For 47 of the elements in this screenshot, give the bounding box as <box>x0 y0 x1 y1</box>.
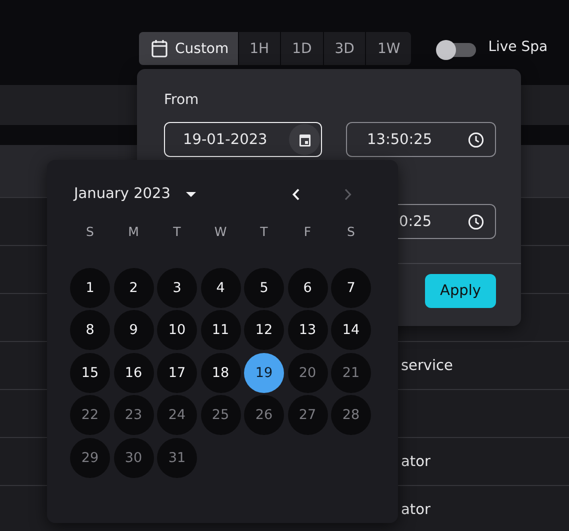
calendar-day[interactable]: 2 <box>114 268 154 308</box>
range-tab[interactable]: Custom <box>139 32 238 65</box>
weekday-label: F <box>302 224 312 241</box>
calendar-button[interactable] <box>289 124 320 155</box>
calendar-day[interactable]: 8 <box>70 310 110 350</box>
apply-button[interactable]: Apply <box>425 274 496 308</box>
weekday-label: T <box>172 224 182 241</box>
from-label: From <box>164 92 199 108</box>
calendar-day[interactable]: 11 <box>200 310 240 350</box>
range-tab[interactable]: 1W <box>366 32 412 65</box>
calendar-day[interactable]: 5 <box>244 268 284 308</box>
table-cell: ator <box>401 502 430 518</box>
previous-month-button[interactable] <box>292 188 300 200</box>
calendar-day[interactable]: 17 <box>157 352 197 392</box>
calendar-day[interactable]: 12 <box>244 310 284 350</box>
table-cell: ator <box>401 454 430 470</box>
date-field[interactable]: 19-01-2023 <box>164 122 322 157</box>
calendar-icon <box>298 132 310 146</box>
calendar-day[interactable]: 9 <box>114 310 154 350</box>
weekday-label: S <box>346 224 356 241</box>
time-field[interactable]: 13:50:25 <box>346 122 496 157</box>
calendar-day[interactable]: 3 <box>157 268 197 308</box>
weekday-label: M <box>127 224 140 241</box>
calendar-day[interactable]: 13 <box>288 310 328 350</box>
range-tab[interactable]: 3D <box>324 32 366 65</box>
calendar-day[interactable]: 7 <box>331 268 371 308</box>
calendar-day[interactable]: 16 <box>114 352 154 392</box>
calendar-day[interactable]: 18 <box>200 352 240 392</box>
range-tab[interactable]: 1H <box>238 32 280 65</box>
calendar-day[interactable]: 6 <box>288 268 328 308</box>
range-tab[interactable]: 1D <box>281 32 323 65</box>
calendar-day[interactable]: 19 <box>244 352 284 392</box>
calendar-day[interactable]: 15 <box>70 352 110 392</box>
calendar-day[interactable]: 4 <box>200 268 240 308</box>
clock-icon <box>468 132 484 148</box>
calendar-day[interactable]: 10 <box>157 310 197 350</box>
live-toggle[interactable] <box>436 40 476 58</box>
calendar-icon <box>151 39 168 58</box>
toggle-label: Live Spa <box>488 39 548 55</box>
weekday-label: T <box>259 224 269 241</box>
weekday-label: W <box>213 224 228 241</box>
month-label: January 2023 <box>74 186 170 202</box>
clock-icon <box>468 214 484 230</box>
table-cell: service <box>401 358 453 374</box>
calendar-day[interactable]: 1 <box>70 268 110 308</box>
weekday-label: S <box>85 224 95 241</box>
calendar-day[interactable]: 14 <box>331 310 371 350</box>
